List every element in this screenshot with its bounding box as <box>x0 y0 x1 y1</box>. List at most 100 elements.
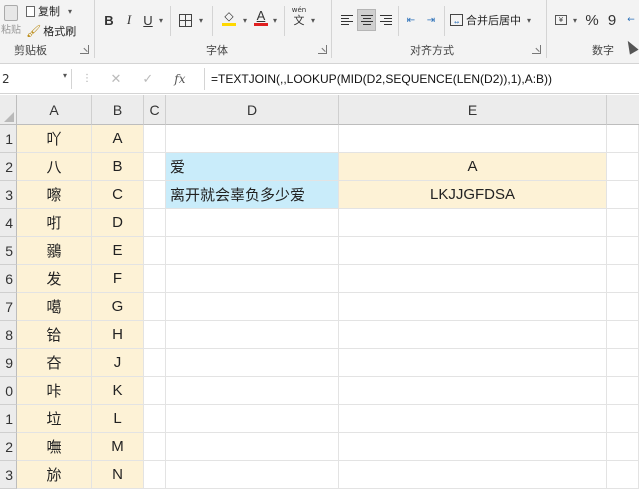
cell-d[interactable] <box>166 433 339 461</box>
cell-b[interactable]: A <box>92 125 144 153</box>
cell-a[interactable]: 夻 <box>17 349 92 377</box>
bold-button[interactable]: B <box>100 9 118 31</box>
column-header-d[interactable]: D <box>166 95 339 125</box>
phonetic-button[interactable]: wén 文 <box>290 4 308 30</box>
phonetic-dropdown-icon[interactable]: ▾ <box>308 9 318 31</box>
insert-function-icon[interactable]: fx <box>174 72 185 86</box>
select-all-button[interactable] <box>0 95 17 125</box>
cell-c[interactable] <box>144 377 166 405</box>
cell-a[interactable]: 铪 <box>17 321 92 349</box>
cell-a[interactable]: 鶸 <box>17 237 92 265</box>
row-header[interactable]: 3 <box>0 181 17 209</box>
column-header-b[interactable]: B <box>92 95 144 125</box>
cell-e[interactable] <box>339 349 607 377</box>
cell-e[interactable] <box>339 293 607 321</box>
cell-e[interactable] <box>339 209 607 237</box>
cell-c[interactable] <box>144 321 166 349</box>
underline-button[interactable]: U <box>140 9 156 31</box>
cancel-icon[interactable]: ✕ <box>110 72 121 87</box>
fill-color-button[interactable]: ◇ <box>218 6 240 28</box>
cell-b[interactable]: D <box>92 209 144 237</box>
cell-a[interactable]: 旀 <box>17 461 92 489</box>
cell-a[interactable]: 八 <box>17 153 92 181</box>
cell-d[interactable] <box>166 209 339 237</box>
underline-dropdown-icon[interactable]: ▾ <box>156 9 166 31</box>
cell-d[interactable] <box>166 265 339 293</box>
row-header[interactable]: 4 <box>0 209 17 237</box>
cell-b[interactable]: K <box>92 377 144 405</box>
increase-decimal-button[interactable]: ← <box>623 9 639 31</box>
cell-e[interactable] <box>339 377 607 405</box>
cell-f[interactable] <box>607 433 639 461</box>
cell-f[interactable] <box>607 405 639 433</box>
fill-color-dropdown-icon[interactable]: ▾ <box>240 9 250 31</box>
cell-a[interactable]: 咔 <box>17 377 92 405</box>
cell-f[interactable] <box>607 209 639 237</box>
enter-icon[interactable]: ✓ <box>142 72 153 87</box>
cell-c[interactable] <box>144 125 166 153</box>
cell-f[interactable] <box>607 153 639 181</box>
row-header[interactable]: 1 <box>0 125 17 153</box>
row-header[interactable]: 3 <box>0 461 17 489</box>
cell-c[interactable] <box>144 349 166 377</box>
cell-e[interactable] <box>339 125 607 153</box>
row-header[interactable]: 6 <box>0 265 17 293</box>
alignment-launcher-icon[interactable] <box>532 45 541 54</box>
cell-a[interactable]: 咑 <box>17 209 92 237</box>
cell-b[interactable]: H <box>92 321 144 349</box>
increase-indent-button[interactable]: ⇥ <box>422 9 440 31</box>
cell-d[interactable] <box>166 377 339 405</box>
clipboard-launcher-icon[interactable] <box>80 45 89 54</box>
cell-c[interactable] <box>144 181 166 209</box>
cell-d[interactable] <box>166 461 339 489</box>
row-header[interactable]: 9 <box>0 349 17 377</box>
cell-f[interactable] <box>607 237 639 265</box>
cell-f[interactable] <box>607 265 639 293</box>
cell-d[interactable] <box>166 321 339 349</box>
name-box[interactable]: 2 <box>0 69 72 89</box>
cell-d[interactable] <box>166 349 339 377</box>
cell-a[interactable]: 嚓 <box>17 181 92 209</box>
row-header[interactable]: 1 <box>0 405 17 433</box>
font-color-button[interactable]: A <box>252 6 270 28</box>
cell-e[interactable] <box>339 433 607 461</box>
cell-c[interactable] <box>144 293 166 321</box>
borders-dropdown-icon[interactable]: ▾ <box>196 9 206 31</box>
comma-style-button[interactable]: 9 <box>604 9 620 31</box>
font-launcher-icon[interactable] <box>318 45 327 54</box>
align-left-button[interactable] <box>338 9 356 31</box>
merge-center-button[interactable]: ↔ 合并后居中 ▾ <box>450 9 540 31</box>
cell-f[interactable] <box>607 377 639 405</box>
cell-f[interactable] <box>607 125 639 153</box>
cell-e[interactable] <box>339 321 607 349</box>
cell-c[interactable] <box>144 405 166 433</box>
cell-a[interactable]: 噶 <box>17 293 92 321</box>
cell-b[interactable]: C <box>92 181 144 209</box>
cell-d[interactable] <box>166 405 339 433</box>
cell-e[interactable] <box>339 405 607 433</box>
row-header[interactable]: 8 <box>0 321 17 349</box>
cell-e[interactable] <box>339 461 607 489</box>
cell-e[interactable] <box>339 265 607 293</box>
cell-b[interactable]: N <box>92 461 144 489</box>
cell-d[interactable]: 离开就会辜负多少爱 <box>166 181 339 209</box>
column-header-e[interactable]: E <box>339 95 607 125</box>
cell-c[interactable] <box>144 209 166 237</box>
paste-button[interactable]: 粘贴 <box>0 2 22 38</box>
cell-b[interactable]: E <box>92 237 144 265</box>
row-header[interactable]: 2 <box>0 433 17 461</box>
format-painter-button[interactable]: 🖌 格式刷 <box>26 20 84 42</box>
row-header[interactable]: 7 <box>0 293 17 321</box>
cell-d[interactable]: 爱 <box>166 153 339 181</box>
cell-c[interactable] <box>144 461 166 489</box>
percent-button[interactable]: % <box>583 9 601 31</box>
formula-input[interactable]: =TEXTJOIN(,,LOOKUP(MID(D2,SEQUENCE(LEN(D… <box>204 68 552 90</box>
name-box-dropdown-icon[interactable]: ▾ <box>63 71 67 80</box>
cell-d[interactable] <box>166 237 339 265</box>
font-color-dropdown-icon[interactable]: ▾ <box>270 9 280 31</box>
cell-b[interactable]: M <box>92 433 144 461</box>
row-header[interactable]: 0 <box>0 377 17 405</box>
cell-c[interactable] <box>144 433 166 461</box>
cell-c[interactable] <box>144 153 166 181</box>
cell-b[interactable]: L <box>92 405 144 433</box>
